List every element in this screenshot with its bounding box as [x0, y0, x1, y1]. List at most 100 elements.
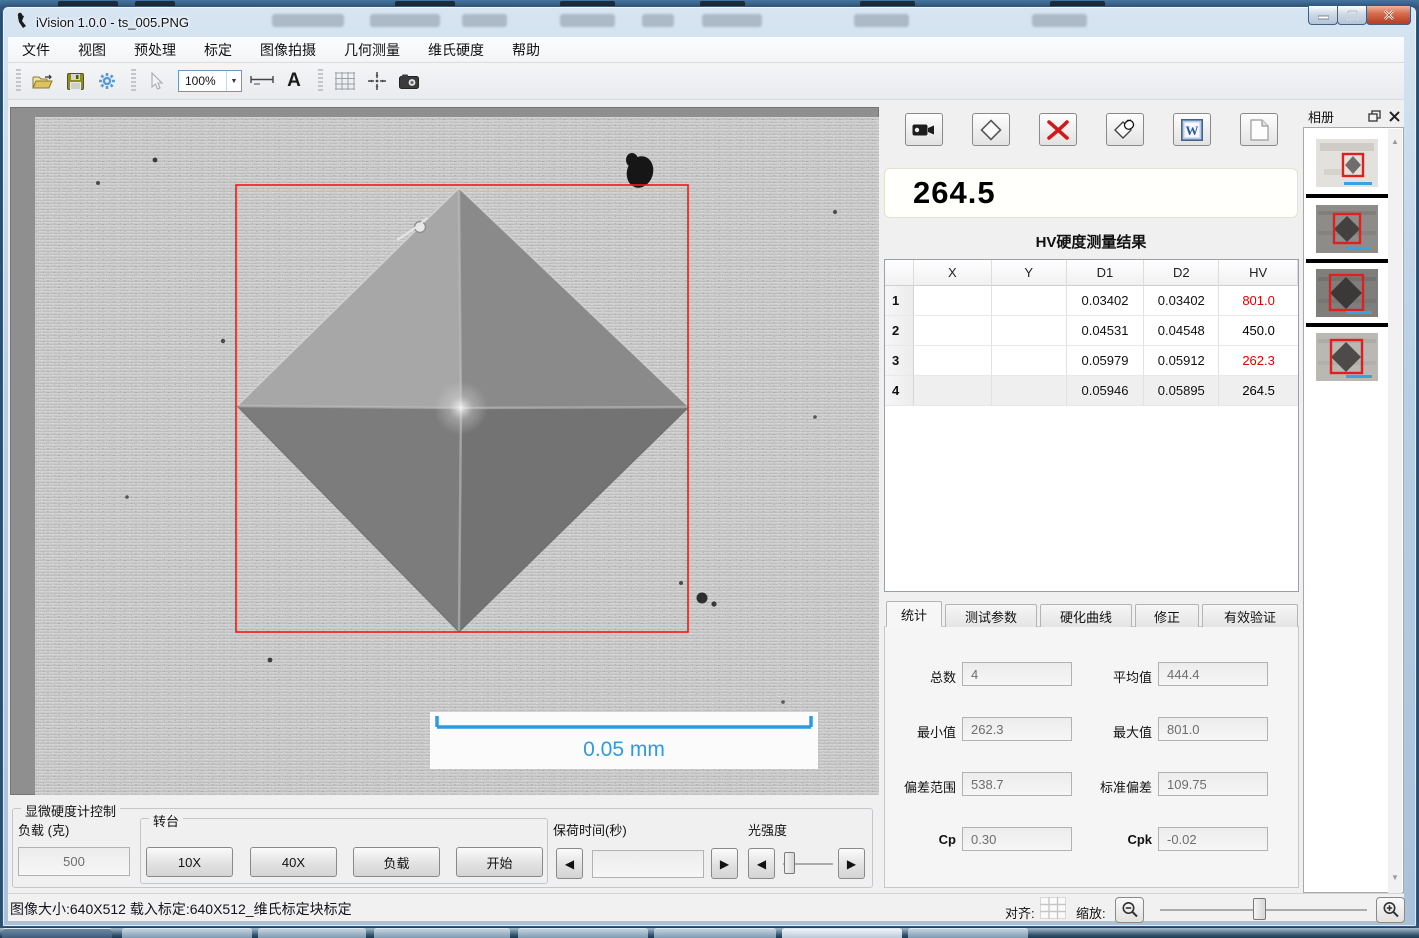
menu-calibration[interactable]: 标定: [190, 37, 246, 63]
column-header-hv[interactable]: HV: [1219, 260, 1298, 286]
menu-view[interactable]: 视图: [64, 37, 120, 63]
right-arrow-icon: ▶: [847, 857, 856, 871]
stat-range-value: 538.7: [971, 777, 1004, 792]
cell-d1: 0.04531: [1067, 316, 1145, 346]
thumbnail-4[interactable]: [1316, 333, 1378, 381]
taskbar-button[interactable]: [518, 928, 648, 938]
text-annotation-button[interactable]: A: [280, 68, 308, 94]
table-row[interactable]: 2 0.04531 0.04548 450.0: [885, 316, 1298, 346]
hold-time-increase-button[interactable]: ▶: [711, 848, 738, 879]
crosshair-align-button[interactable]: [363, 68, 391, 94]
close-panel-icon[interactable]: [1389, 111, 1400, 122]
menu-vickers-hardness[interactable]: 维氏硬度: [414, 37, 498, 63]
menu-file[interactable]: 文件: [8, 37, 64, 63]
grid-overlay-button[interactable]: [331, 68, 359, 94]
thumbnail-1[interactable]: [1316, 139, 1378, 187]
zoom-in-button[interactable]: [1376, 897, 1405, 923]
ruler-icon: [250, 75, 274, 87]
tab-statistics[interactable]: 统计: [886, 601, 942, 627]
column-header-y[interactable]: Y: [992, 260, 1067, 286]
tab-test-parameters[interactable]: 测试参数: [945, 604, 1037, 627]
cell-x: [914, 376, 992, 406]
column-header-x[interactable]: X: [914, 260, 992, 286]
taskbar-button[interactable]: [782, 928, 902, 938]
zoom-level-combobox[interactable]: 100% ▼: [178, 70, 242, 92]
video-capture-button[interactable]: [905, 113, 943, 146]
stat-max-label: 最大值: [1072, 722, 1152, 741]
table-row[interactable]: 3 0.05979 0.05912 262.3: [885, 346, 1298, 376]
glass-artifact: [370, 14, 440, 27]
cell-y: [992, 286, 1067, 316]
load-grams-value: 500: [63, 854, 85, 869]
table-row[interactable]: 4 0.05946 0.05895 264.5: [885, 376, 1298, 406]
diamond-icon: [980, 119, 1002, 141]
hold-time-decrease-button[interactable]: ◀: [556, 848, 583, 879]
tab-validation[interactable]: 有效验证: [1202, 604, 1298, 627]
album-separator: [1306, 194, 1389, 198]
thumbnail-2[interactable]: [1316, 205, 1378, 253]
taskbar-button[interactable]: [122, 928, 252, 938]
scroll-down-icon[interactable]: ▼: [1388, 873, 1402, 882]
float-panel-icon[interactable]: [1368, 110, 1382, 122]
load-position-button[interactable]: 负载: [353, 847, 440, 877]
scale-bar: 0.05 mm: [430, 712, 818, 769]
menu-geometric-measure[interactable]: 几何测量: [330, 37, 414, 63]
close-button[interactable]: [1366, 6, 1411, 25]
taskbar-button[interactable]: [2, 928, 112, 938]
maximize-button[interactable]: [1337, 6, 1367, 25]
select-cursor-button[interactable]: [144, 68, 172, 94]
window-title: iVision 1.0.0 - ts_005.PNG: [36, 15, 189, 30]
taskbar-button[interactable]: [908, 928, 1028, 938]
taskbar-button[interactable]: [258, 928, 366, 938]
menu-help[interactable]: 帮助: [498, 37, 554, 63]
table-row[interactable]: 1 0.03402 0.03402 801.0: [885, 286, 1298, 316]
column-header-d2[interactable]: D2: [1144, 260, 1219, 286]
zoom-out-button[interactable]: [1115, 897, 1144, 923]
scroll-up-icon[interactable]: ▲: [1388, 137, 1402, 146]
stat-range-label: 偏差范围: [876, 777, 956, 796]
open-file-button[interactable]: [29, 68, 57, 94]
specimen-image[interactable]: 0.05 mm: [35, 117, 879, 795]
align-grid-icon[interactable]: [1040, 897, 1066, 919]
new-report-button[interactable]: [1240, 113, 1278, 146]
measure-ruler-button[interactable]: [248, 68, 276, 94]
hold-time-field[interactable]: [592, 850, 704, 878]
stat-max-value: 801.0: [1167, 722, 1200, 737]
tab-hardening-curve[interactable]: 硬化曲线: [1040, 604, 1132, 627]
thumbnail-3[interactable]: [1316, 269, 1378, 317]
cell-x: [914, 316, 992, 346]
light-slider-thumb[interactable]: [784, 852, 795, 874]
measure-indentation-button[interactable]: [972, 113, 1010, 146]
tab-strip: 统计 测试参数 硬化曲线 修正 有效验证: [886, 603, 1301, 627]
taskbar-button[interactable]: [654, 928, 776, 938]
menu-image-capture[interactable]: 图像拍摄: [246, 37, 330, 63]
cell-d2: 0.05895: [1144, 376, 1219, 406]
minimize-button[interactable]: [1308, 6, 1338, 25]
save-button[interactable]: [61, 68, 89, 94]
taskbar-button[interactable]: [374, 928, 510, 938]
stat-stddev-value: 109.75: [1167, 777, 1207, 792]
row-number: 4: [885, 376, 914, 406]
settings-button[interactable]: [93, 68, 121, 94]
dropdown-arrow-icon[interactable]: ▼: [226, 71, 241, 91]
light-increase-button[interactable]: ▶: [838, 848, 865, 879]
corner-cell: [885, 260, 914, 286]
start-button[interactable]: 开始: [456, 847, 543, 877]
tab-correction[interactable]: 修正: [1135, 604, 1199, 627]
column-header-d1[interactable]: D1: [1067, 260, 1145, 286]
objective-10x-button[interactable]: 10X: [146, 847, 233, 877]
objective-40x-button[interactable]: 40X: [250, 847, 337, 877]
cell-hv: 264.5: [1219, 376, 1298, 406]
capture-camera-button[interactable]: [395, 68, 423, 94]
manual-measure-button[interactable]: [1106, 113, 1144, 146]
load-grams-field[interactable]: 500: [18, 847, 130, 876]
light-decrease-button[interactable]: ◀: [748, 848, 775, 879]
grid-icon: [335, 72, 355, 90]
zoom-slider-thumb[interactable]: [1253, 898, 1266, 920]
delete-measurement-button[interactable]: [1039, 113, 1077, 146]
menu-preprocess[interactable]: 预处理: [120, 37, 190, 63]
album-scrollbar[interactable]: ▲ ▼: [1388, 129, 1402, 893]
stat-cpk-field: -0.02: [1158, 827, 1268, 851]
export-word-button[interactable]: W: [1173, 113, 1211, 146]
title-bar[interactable]: iVision 1.0.0 - ts_005.PNG: [2, 6, 1417, 37]
